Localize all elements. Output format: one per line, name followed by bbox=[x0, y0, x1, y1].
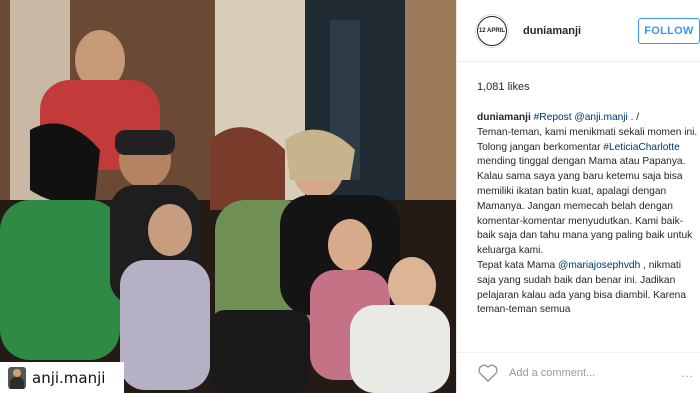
likes-count[interactable]: 1,081 likes bbox=[477, 81, 530, 93]
hashtag-repost[interactable]: #Repost bbox=[534, 112, 572, 123]
avatar-logo: 12 APRIL bbox=[477, 15, 507, 46]
family-group-photo bbox=[0, 0, 456, 393]
profile-avatar[interactable]: 12 APRIL bbox=[475, 13, 509, 48]
post-caption: duniamanji #Repost @anji.manji . / Teman… bbox=[477, 111, 700, 318]
post-photo[interactable]: anji.manji bbox=[0, 0, 456, 393]
caption-text-1: . / bbox=[627, 112, 640, 123]
caption-text-4: Tepat kata Mama bbox=[477, 259, 558, 271]
caption-text-3: mending tinggal dengan Mama atau Papanya… bbox=[477, 156, 686, 168]
comment-bar: Add a comment... ... bbox=[457, 352, 700, 393]
follow-button[interactable]: FOLLOW bbox=[638, 17, 700, 44]
caption-author[interactable]: duniamanji bbox=[477, 112, 531, 123]
repost-avatar bbox=[8, 366, 26, 389]
comment-input[interactable]: Add a comment... bbox=[509, 367, 595, 379]
mention-maria[interactable]: @mariajosephvdh bbox=[558, 260, 640, 271]
profile-username[interactable]: duniamanji bbox=[523, 25, 581, 37]
heart-icon[interactable] bbox=[477, 363, 499, 383]
repost-watermark: anji.manji bbox=[0, 362, 124, 393]
hashtag-leticia[interactable]: #LeticiaCharlotte bbox=[603, 142, 679, 153]
mention-anji[interactable]: @anji.manji bbox=[574, 112, 627, 123]
post-header: 12 APRIL duniamanji FOLLOW bbox=[457, 0, 700, 62]
repost-username: anji.manji bbox=[32, 368, 106, 387]
post-sidebar: 12 APRIL duniamanji FOLLOW 1,081 likes d… bbox=[456, 0, 700, 393]
more-options-icon[interactable]: ... bbox=[681, 366, 694, 380]
caption-paragraph-2: Kalau sama saya yang baru ketemu saja bi… bbox=[477, 171, 693, 257]
